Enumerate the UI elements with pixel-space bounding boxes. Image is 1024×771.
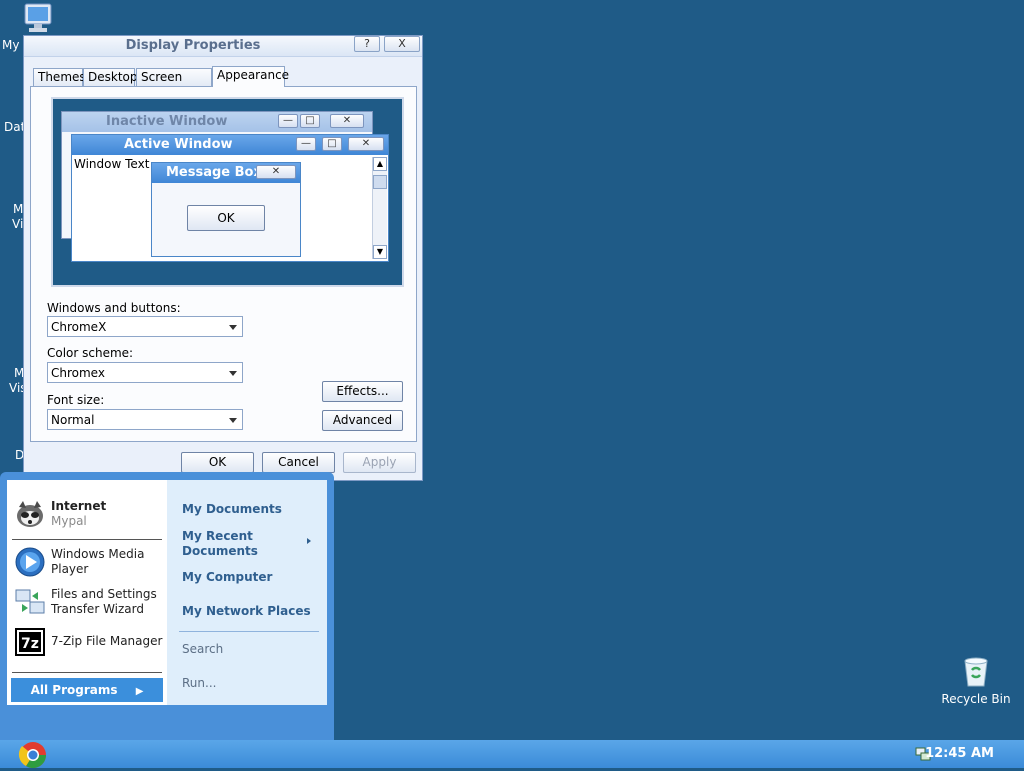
preview-active-titlebar: Active Window — □ ✕ — [72, 135, 388, 155]
maximize-icon: □ — [300, 114, 320, 128]
font-size-select[interactable]: Normal — [47, 409, 243, 430]
ok-button[interactable]: OK — [181, 452, 254, 473]
start-item-windows-media-player[interactable]: Windows Media Player — [7, 544, 167, 578]
dialog-titlebar[interactable]: Display Properties ? X — [24, 36, 422, 57]
divider — [179, 631, 319, 632]
tab-desktop[interactable]: Desktop — [83, 68, 138, 86]
svg-text:7z: 7z — [21, 636, 39, 652]
seven-zip-label: 7-Zip File Manager — [51, 634, 163, 648]
chevron-down-icon — [229, 325, 237, 330]
windows-media-player-label: Windows Media Player — [51, 547, 145, 576]
preview-message-title: Message Box — [166, 165, 262, 180]
windows-buttons-label: Windows and buttons: — [47, 301, 181, 315]
tab-screen-saver[interactable]: Screen Saver — [136, 68, 212, 100]
transfer-wizard-icon — [15, 589, 45, 614]
desktop-icon-recycle-bin[interactable]: Recycle Bin — [940, 656, 1012, 706]
color-scheme-label: Color scheme: — [47, 346, 134, 360]
chevron-down-icon — [229, 418, 237, 423]
submenu-arrow-icon — [307, 538, 311, 544]
desktop-icon-label: My — [2, 38, 20, 52]
internet-title: Internet — [51, 499, 107, 513]
all-programs-button[interactable]: All Programs ▶ — [11, 678, 163, 702]
start-menu: Internet Mypal Windows Media Player File… — [0, 472, 334, 740]
scroll-up-icon: ▲ — [373, 157, 387, 171]
start-menu-left-column: Internet Mypal Windows Media Player File… — [7, 480, 167, 705]
minimize-icon: — — [278, 114, 298, 128]
close-icon: X — [398, 37, 406, 50]
font-size-value: Normal — [51, 413, 95, 427]
tab-appearance[interactable]: Appearance — [212, 66, 289, 87]
maximize-icon: □ — [322, 137, 342, 151]
my-network-places-link[interactable]: My Network Places — [182, 604, 311, 619]
divider — [12, 539, 162, 540]
advanced-button[interactable]: Advanced — [322, 410, 403, 431]
taskbar-clock[interactable]: 12:45 AM — [925, 746, 994, 761]
tab-themes[interactable]: Themes — [33, 68, 86, 86]
chevron-down-icon — [229, 371, 237, 376]
preview-message-box: Message Box ✕ OK — [151, 162, 301, 257]
color-scheme-value: Chromex — [51, 366, 105, 380]
color-scheme-select[interactable]: Chromex — [47, 362, 243, 383]
desktop-icon-my-computer[interactable] — [22, 2, 56, 34]
preview-scrollbar: ▲ ▼ — [372, 157, 387, 259]
raccoon-browser-icon — [17, 501, 43, 527]
my-recent-documents-link[interactable]: My Recent Documents — [182, 529, 292, 559]
media-player-icon — [15, 547, 45, 577]
appearance-preview: Inactive Window — □ ✕ Active Window — □ … — [51, 97, 404, 287]
recycle-bin-icon — [964, 657, 988, 687]
help-icon: ? — [364, 37, 370, 50]
start-item-transfer-wizard[interactable]: Files and Settings Transfer Wizard — [7, 584, 167, 618]
desktop-icon-label: M — [13, 202, 24, 216]
divider — [12, 672, 162, 673]
scroll-down-icon: ▼ — [373, 245, 387, 259]
apply-button[interactable]: Apply — [343, 452, 416, 473]
close-icon: ✕ — [256, 165, 296, 179]
font-size-label: Font size: — [47, 393, 105, 407]
start-menu-right-column: My Documents My Recent Documents My Comp… — [167, 480, 327, 705]
preview-inactive-titlebar: Inactive Window — □ ✕ — [62, 112, 372, 132]
preview-window-text: Window Text — [74, 157, 150, 171]
windows-buttons-value: ChromeX — [51, 320, 107, 334]
start-orb-icon — [18, 742, 47, 769]
my-documents-link[interactable]: My Documents — [182, 502, 282, 517]
recycle-bin-label: Recycle Bin — [941, 692, 1011, 706]
all-programs-label: All Programs — [30, 683, 118, 697]
preview-inactive-title: Inactive Window — [106, 114, 228, 129]
desktop-icon-label: Vi — [12, 217, 24, 231]
start-item-internet[interactable]: Internet Mypal — [7, 496, 167, 534]
scroll-thumb — [373, 175, 387, 189]
effects-button[interactable]: Effects... — [322, 381, 403, 402]
internet-subtitle: Mypal — [51, 514, 87, 528]
preview-active-title: Active Window — [124, 137, 233, 152]
cancel-button[interactable]: Cancel — [262, 452, 335, 473]
transfer-wizard-label: Files and Settings Transfer Wizard — [51, 587, 157, 616]
dialog-title: Display Properties — [125, 38, 261, 53]
display-properties-dialog: Display Properties ? X Themes Desktop Sc… — [23, 35, 423, 481]
minimize-icon: — — [296, 137, 316, 151]
help-button[interactable]: ? — [354, 36, 380, 52]
preview-ok-button: OK — [187, 205, 265, 231]
close-icon: ✕ — [348, 137, 384, 151]
start-item-7zip[interactable]: 7z 7-Zip File Manager — [7, 626, 167, 656]
start-button[interactable] — [16, 740, 50, 769]
preview-message-titlebar: Message Box ✕ — [152, 163, 300, 183]
appearance-panel: Inactive Window — □ ✕ Active Window — □ … — [30, 86, 417, 442]
close-icon: ✕ — [330, 114, 364, 128]
search-link[interactable]: Search — [182, 642, 223, 657]
close-button[interactable]: X — [384, 36, 420, 52]
taskbar: 12:45 AM — [0, 740, 1024, 769]
run-link[interactable]: Run... — [182, 676, 216, 691]
seven-zip-icon: 7z — [15, 628, 45, 656]
computer-icon — [24, 3, 52, 32]
windows-buttons-select[interactable]: ChromeX — [47, 316, 243, 337]
arrow-right-icon: ▶ — [135, 686, 144, 697]
my-computer-link[interactable]: My Computer — [182, 570, 272, 585]
